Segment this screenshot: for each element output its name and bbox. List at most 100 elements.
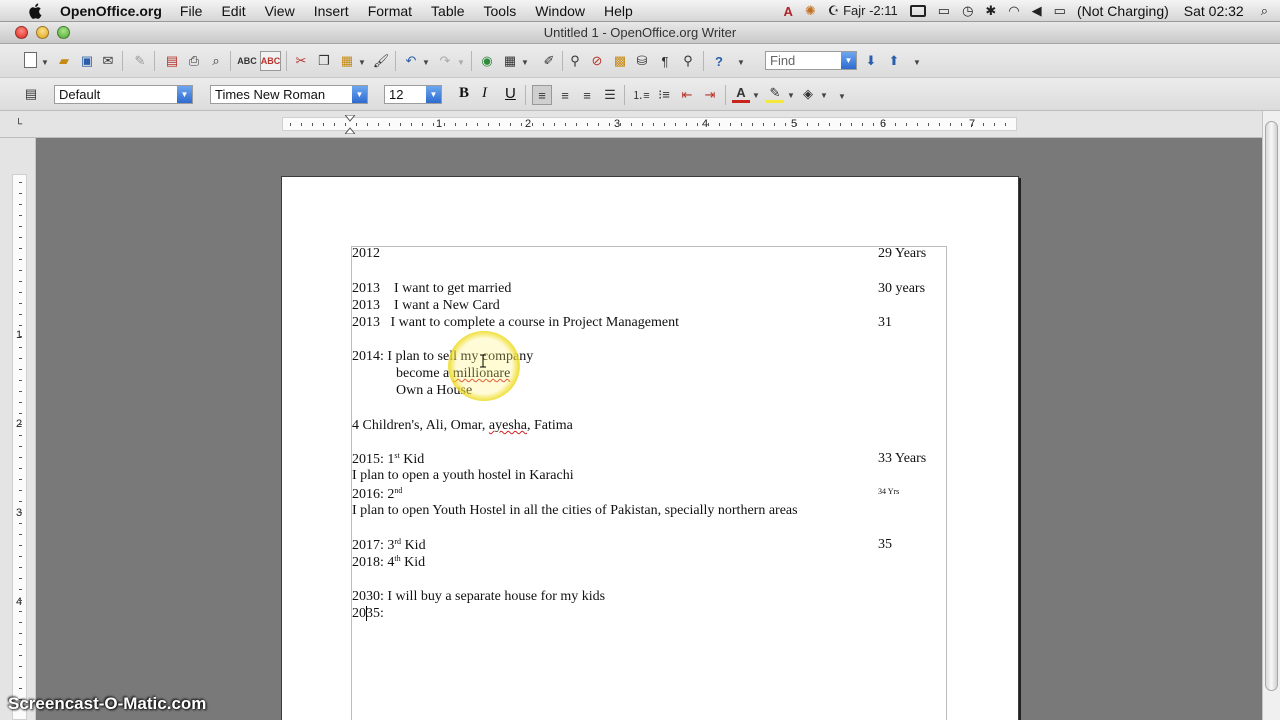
open-folder-icon[interactable]: ▰ <box>55 52 73 70</box>
doc-line-age[interactable]: 30 years <box>878 281 925 297</box>
align-left-icon[interactable]: ≡ <box>532 85 552 105</box>
wifi-icon[interactable]: ◠ <box>1008 3 1019 19</box>
time-machine-icon[interactable]: ◷ <box>962 3 973 19</box>
menu-table[interactable]: Table <box>431 3 464 19</box>
font-name-dropdown-arrow-icon[interactable]: ▼ <box>352 86 367 103</box>
doc-line[interactable]: 4 Children's, Ali, Omar, ayesha, Fatima <box>352 418 573 434</box>
doc-line[interactable]: 2018: 4th Kid <box>352 554 425 571</box>
doc-line[interactable]: 2015: 1st Kid <box>352 451 424 468</box>
clone-formatting-icon[interactable]: 🖌 <box>372 52 390 70</box>
formatting-toolbar-options-arrow-icon[interactable]: ▼ <box>838 92 846 101</box>
menu-tools[interactable]: Tools <box>484 3 517 19</box>
doc-line[interactable]: 2035: <box>352 606 384 622</box>
undo-icon[interactable]: ↶ <box>402 52 420 70</box>
doc-line[interactable]: 2013 I want a New Card <box>352 298 500 314</box>
find-input[interactable]: Find ▼ <box>765 51 857 70</box>
scrollbar-thumb[interactable] <box>1265 121 1278 691</box>
battery-icon[interactable]: ▭ <box>1054 3 1066 19</box>
battery-text[interactable]: (Not Charging) <box>1077 3 1169 19</box>
doc-line-age[interactable]: 33 Years <box>878 451 926 467</box>
doc-line[interactable]: 2016: 2nd <box>352 486 402 503</box>
edit-file-icon[interactable]: ✎ <box>131 52 149 70</box>
table-dropdown-arrow-icon[interactable]: ▼ <box>521 58 529 67</box>
menu-window[interactable]: Window <box>535 3 585 19</box>
zoom-icon[interactable]: ⚲ <box>679 52 697 70</box>
cut-icon[interactable]: ✂ <box>292 52 310 70</box>
find-previous-icon[interactable]: ⬆ <box>885 52 903 70</box>
print-icon[interactable]: ⎙ <box>185 52 203 70</box>
volume-icon[interactable]: ◀ <box>1032 3 1042 19</box>
styles-formatting-icon[interactable]: ▤ <box>22 85 40 103</box>
doc-line[interactable]: 2012 <box>352 246 380 262</box>
bullets-icon[interactable]: ⁝≡ <box>655 86 673 104</box>
doc-line[interactable]: I plan to open a youth hostel in Karachi <box>352 468 574 484</box>
vertical-ruler-strip[interactable] <box>12 174 27 720</box>
window-titlebar[interactable]: Untitled 1 - OpenOffice.org Writer <box>0 22 1280 44</box>
apple-icon[interactable] <box>26 2 46 20</box>
doc-line[interactable]: 2030: I will buy a separate house for my… <box>352 589 605 605</box>
doc-line-age[interactable]: 35 <box>878 537 892 553</box>
save-icon[interactable]: ▣ <box>78 52 96 70</box>
adobe-icon[interactable]: A <box>784 4 793 19</box>
menu-format[interactable]: Format <box>368 3 412 19</box>
menu-view[interactable]: View <box>265 3 295 19</box>
battery-status-icon[interactable] <box>909 5 926 17</box>
tab-stop-selector-icon[interactable]: └ <box>15 119 22 130</box>
find-toolbar-options-arrow-icon[interactable]: ▼ <box>913 58 921 67</box>
spellcheck-icon[interactable]: ABC <box>237 52 257 70</box>
menu-help[interactable]: Help <box>604 3 633 19</box>
horizontal-ruler[interactable]: └ 1 2 3 4 5 6 7 <box>0 111 1280 138</box>
underline-button[interactable]: U <box>505 85 516 102</box>
font-size-select[interactable]: 12 ▼ <box>384 85 442 104</box>
find-replace-icon[interactable]: ⚲ <box>566 52 584 70</box>
font-color-icon[interactable]: A <box>732 85 750 103</box>
navigator-icon[interactable]: ⊘ <box>588 52 606 70</box>
hyperlink-icon[interactable]: ◉ <box>478 52 496 70</box>
toolbar-options-arrow-icon[interactable]: ▼ <box>737 58 745 67</box>
find-next-icon[interactable]: ⬇ <box>862 52 880 70</box>
email-icon[interactable]: ✉ <box>99 52 117 70</box>
doc-line-age[interactable]: 29 Years <box>878 246 926 262</box>
growl-icon[interactable]: ✺ <box>805 3 816 19</box>
redo-icon[interactable]: ↷ <box>436 52 454 70</box>
data-sources-icon[interactable]: ⛁ <box>633 52 651 70</box>
redo-dropdown-arrow-icon[interactable]: ▼ <box>457 58 465 67</box>
menu-app-name[interactable]: OpenOffice.org <box>60 3 162 19</box>
menu-edit[interactable]: Edit <box>221 3 245 19</box>
doc-line[interactable]: 2013 I want to get married <box>352 281 511 297</box>
page-preview-icon[interactable]: ⌕ <box>207 52 225 70</box>
prayer-time[interactable]: ☪ Fajr -2:11 <box>828 3 898 19</box>
autospellcheck-icon[interactable]: ABC <box>260 51 281 71</box>
menu-file[interactable]: File <box>180 3 203 19</box>
doc-line-age[interactable]: 31 <box>878 315 892 331</box>
font-color-dropdown-arrow-icon[interactable]: ▼ <box>752 91 760 100</box>
vertical-scrollbar[interactable] <box>1262 111 1280 720</box>
indent-marker-icon[interactable] <box>345 115 355 134</box>
doc-line[interactable]: 2017: 3rd Kid <box>352 537 426 554</box>
bluetooth-icon[interactable]: ✱ <box>985 3 996 19</box>
align-right-icon[interactable]: ≡ <box>578 86 596 104</box>
paragraph-style-select[interactable]: Default ▼ <box>54 85 193 104</box>
undo-dropdown-arrow-icon[interactable]: ▼ <box>422 58 430 67</box>
decrease-indent-icon[interactable]: ⇤ <box>678 86 696 104</box>
export-pdf-icon[interactable]: ▤ <box>163 52 181 70</box>
paragraph-style-dropdown-arrow-icon[interactable]: ▼ <box>177 86 192 103</box>
paste-icon[interactable]: ▦ <box>338 52 356 70</box>
increase-indent-icon[interactable]: ⇥ <box>701 86 719 104</box>
doc-line-age-small[interactable]: 34 Yrs <box>878 487 899 496</box>
clock[interactable]: Sat 02:32 <box>1184 3 1244 19</box>
font-name-select[interactable]: Times New Roman ▼ <box>210 85 368 104</box>
align-center-icon[interactable]: ≡ <box>556 86 574 104</box>
background-color-dropdown-arrow-icon[interactable]: ▼ <box>820 91 828 100</box>
font-size-dropdown-arrow-icon[interactable]: ▼ <box>426 86 441 103</box>
paste-dropdown-arrow-icon[interactable]: ▼ <box>358 58 366 67</box>
justify-icon[interactable]: ☰ <box>601 86 619 104</box>
numbering-icon[interactable]: ⒈≡ <box>632 86 650 104</box>
menu-insert[interactable]: Insert <box>314 3 349 19</box>
table-icon[interactable]: ▦ <box>501 52 519 70</box>
new-document-icon[interactable] <box>24 52 37 68</box>
misspelled-word[interactable]: ayesha <box>489 418 527 433</box>
highlighting-dropdown-arrow-icon[interactable]: ▼ <box>787 91 795 100</box>
display-icon[interactable]: ▭ <box>938 3 950 19</box>
new-dropdown-arrow-icon[interactable]: ▼ <box>41 58 49 67</box>
